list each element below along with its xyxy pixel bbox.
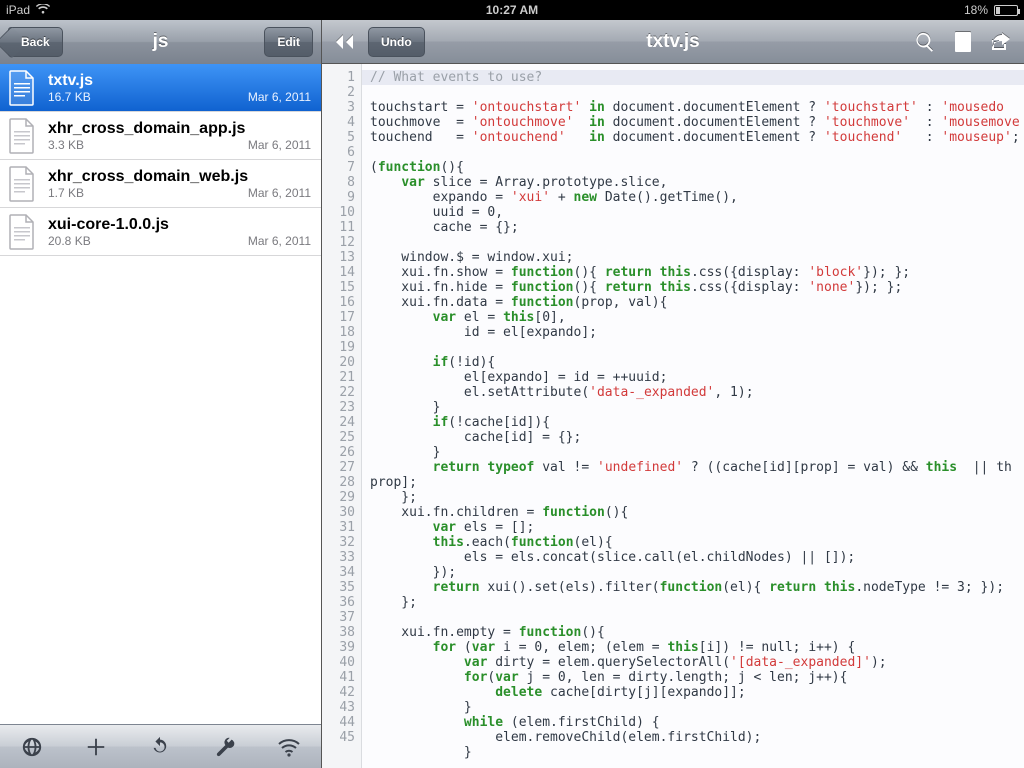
- file-size: 20.8 KB: [48, 234, 91, 248]
- file-row[interactable]: xhr_cross_domain_web.js 1.7 KB Mar 6, 20…: [0, 160, 321, 208]
- add-icon[interactable]: [76, 727, 116, 767]
- sidebar-toolbar: [0, 724, 321, 768]
- undo-button[interactable]: Undo: [368, 27, 425, 57]
- device-label: iPad: [6, 3, 30, 17]
- file-date: Mar 6, 2011: [248, 234, 311, 248]
- file-name: txtv.js: [48, 72, 311, 90]
- file-icon: [6, 213, 38, 251]
- clock-label: 10:27 AM: [486, 3, 538, 17]
- file-icon: [6, 117, 38, 155]
- history-back-icon[interactable]: [330, 27, 360, 57]
- refresh-icon[interactable]: [140, 727, 180, 767]
- code-text[interactable]: // What events to use? touchstart = 'ont…: [362, 64, 1024, 768]
- sidebar-navbar: Back js Edit: [0, 20, 321, 64]
- file-name: xui-core-1.0.0.js: [48, 216, 311, 234]
- file-size: 16.7 KB: [48, 90, 91, 104]
- status-bar: iPad 10:27 AM 18%: [0, 0, 1024, 20]
- file-row[interactable]: xui-core-1.0.0.js 20.8 KB Mar 6, 2011: [0, 208, 321, 256]
- search-icon[interactable]: [910, 27, 940, 57]
- edit-button[interactable]: Edit: [264, 27, 313, 57]
- file-icon: [6, 69, 38, 107]
- file-size: 1.7 KB: [48, 186, 84, 200]
- sidebar-title: js: [153, 31, 169, 53]
- file-name: xhr_cross_domain_app.js: [48, 120, 311, 138]
- wifi-icon: [36, 3, 50, 17]
- wifi-icon[interactable]: [269, 727, 309, 767]
- file-date: Mar 6, 2011: [248, 186, 311, 200]
- file-browser-pane: Back js Edit txtv.js 16.7 KB Mar 6, 2011…: [0, 20, 322, 768]
- globe-icon[interactable]: [12, 727, 52, 767]
- share-icon[interactable]: [986, 27, 1016, 57]
- editor-navbar: Undo txtv.js: [322, 20, 1024, 64]
- wrench-icon[interactable]: [205, 727, 245, 767]
- battery-icon: [994, 5, 1018, 16]
- editor-pane: Undo txtv.js 123456789101112131415161718…: [322, 20, 1024, 768]
- file-list[interactable]: txtv.js 16.7 KB Mar 6, 2011 xhr_cross_do…: [0, 64, 321, 724]
- file-row[interactable]: xhr_cross_domain_app.js 3.3 KB Mar 6, 20…: [0, 112, 321, 160]
- back-button[interactable]: Back: [8, 27, 63, 57]
- file-icon: [6, 165, 38, 203]
- editor-title: txtv.js: [646, 31, 700, 53]
- file-name: xhr_cross_domain_web.js: [48, 168, 311, 186]
- document-icon[interactable]: [948, 27, 978, 57]
- code-area[interactable]: 1234567891011121314151617181920212223242…: [322, 64, 1024, 768]
- file-date: Mar 6, 2011: [248, 90, 311, 104]
- file-row[interactable]: txtv.js 16.7 KB Mar 6, 2011: [0, 64, 321, 112]
- battery-pct: 18%: [964, 3, 988, 17]
- file-date: Mar 6, 2011: [248, 138, 311, 152]
- line-gutter: 1234567891011121314151617181920212223242…: [322, 64, 362, 768]
- file-size: 3.3 KB: [48, 138, 84, 152]
